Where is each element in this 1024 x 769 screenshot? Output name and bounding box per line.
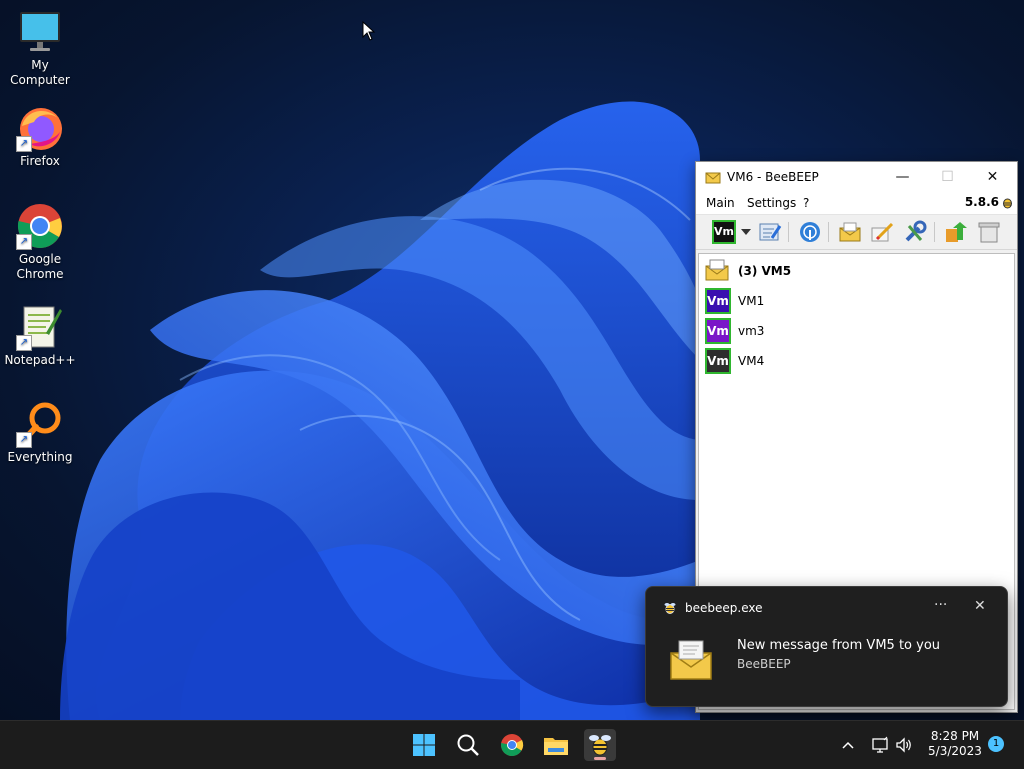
envelope-icon [705, 259, 729, 281]
firefox-icon: ↗ [16, 104, 64, 152]
toast-notification[interactable]: beebeep.exe ··· ✕ New message from VM5 t… [645, 586, 1008, 707]
toast-more-options-button[interactable]: ··· [934, 597, 947, 613]
running-indicator [594, 757, 606, 760]
user-avatar: Vm [705, 318, 731, 344]
desktop-icon-label-line1: Google [18, 252, 62, 266]
toolbar-separator [828, 222, 829, 242]
user-list-item[interactable]: Vm VM1 [705, 288, 1005, 314]
desktop-icon-my-computer[interactable]: My Computer [0, 8, 80, 88]
trash-icon[interactable] [977, 220, 1001, 244]
status-avatar-button[interactable]: Vm [712, 220, 736, 244]
toast-close-button[interactable]: ✕ [974, 598, 986, 614]
monitor-icon [16, 8, 64, 56]
window-titlebar[interactable]: VM6 - BeeBEEP — ☐ ✕ [696, 162, 1017, 192]
toolbar: Vm [696, 215, 1017, 250]
desktop-icon-firefox[interactable]: ↗ Firefox [0, 104, 80, 169]
desktop-icon-label: Notepad++ [4, 353, 76, 367]
edit-profile-icon[interactable] [758, 220, 782, 244]
network-icon[interactable] [798, 220, 822, 244]
user-avatar: Vm [705, 288, 731, 314]
clock-time: 8:28 PM [930, 729, 980, 743]
taskbar-beebeep-button[interactable] [584, 729, 616, 761]
chrome-icon [501, 734, 524, 756]
desktop-icon-label: Everything [7, 450, 73, 464]
bee-icon [1003, 198, 1012, 209]
status-dropdown-chevron-down-icon[interactable] [741, 229, 751, 235]
menu-settings[interactable]: Settings [747, 196, 796, 210]
notepadpp-icon: ↗ [16, 303, 64, 351]
file-explorer-icon [544, 738, 568, 755]
clock[interactable]: 8:28 PM 5/3/2023 [920, 729, 990, 759]
user-list-item[interactable]: Vm VM4 [705, 348, 1005, 374]
taskbar-search-button[interactable] [452, 729, 484, 761]
envelope-app-icon [705, 172, 721, 184]
chrome-icon: ↗ [16, 202, 64, 250]
messages-icon[interactable] [838, 220, 862, 244]
search-icon [457, 734, 479, 756]
show-hidden-icons-chevron-up-icon[interactable] [838, 735, 858, 755]
write-message-icon[interactable] [870, 220, 894, 244]
user-name: VM4 [738, 354, 765, 368]
user-avatar: Vm [705, 348, 731, 374]
version-label: 5.8.6 [964, 195, 999, 209]
taskbar-chrome-button[interactable] [496, 729, 528, 761]
menu-help[interactable]: ? [803, 196, 809, 210]
everything-search-icon: ↗ [16, 400, 64, 448]
shortcut-arrow-icon: ↗ [16, 136, 32, 152]
maximize-button[interactable]: ☐ [925, 162, 970, 192]
desktop-icon-label: My Computer [10, 58, 70, 87]
taskbar-file-explorer-button[interactable] [540, 729, 572, 761]
shortcut-arrow-icon: ↗ [16, 234, 32, 250]
user-name: vm3 [738, 324, 765, 338]
desktop-icon-notepadpp[interactable]: ↗ Notepad++ [0, 303, 80, 368]
window-title: VM6 - BeeBEEP [727, 170, 819, 184]
toast-app-name: beebeep.exe [685, 601, 763, 615]
toolbar-separator [934, 222, 935, 242]
network-status-icon[interactable] [870, 735, 890, 755]
user-name: VM1 [738, 294, 765, 308]
toolbar-separator [788, 222, 789, 242]
share-icon[interactable] [943, 220, 967, 244]
mouse-cursor-icon [362, 21, 376, 41]
shortcut-arrow-icon: ↗ [16, 432, 32, 448]
volume-icon[interactable] [894, 735, 914, 755]
desktop-icon-label-line2: Chrome [16, 267, 64, 281]
notification-count-badge[interactable]: 1 [988, 736, 1004, 752]
user-name: (3) VM5 [738, 264, 792, 278]
minimize-button[interactable]: — [880, 162, 925, 192]
desktop-icon-everything[interactable]: ↗ Everything [0, 400, 80, 465]
menu-bar: Main Settings ? 5.8.6 [696, 192, 1017, 215]
close-button[interactable]: ✕ [970, 162, 1015, 192]
user-list-item[interactable]: (3) VM5 [705, 258, 1005, 284]
start-button[interactable] [408, 729, 440, 761]
shortcut-arrow-icon: ↗ [16, 335, 32, 351]
menu-main[interactable]: Main [706, 196, 735, 210]
envelope-icon [670, 640, 712, 680]
user-list-item[interactable]: Vm vm3 [705, 318, 1005, 344]
clock-date: 5/3/2023 [928, 744, 982, 758]
windows-start-icon [413, 734, 435, 756]
desktop-icon-google-chrome[interactable]: ↗ Google Chrome [0, 202, 80, 282]
tools-icon[interactable] [903, 220, 927, 244]
toast-message: New message from VM5 to you [737, 638, 941, 653]
desktop-icon-label: Firefox [20, 154, 60, 168]
toast-source: BeeBEEP [737, 657, 791, 671]
bee-icon [664, 603, 676, 614]
taskbar: 8:28 PM 5/3/2023 [0, 720, 1024, 769]
